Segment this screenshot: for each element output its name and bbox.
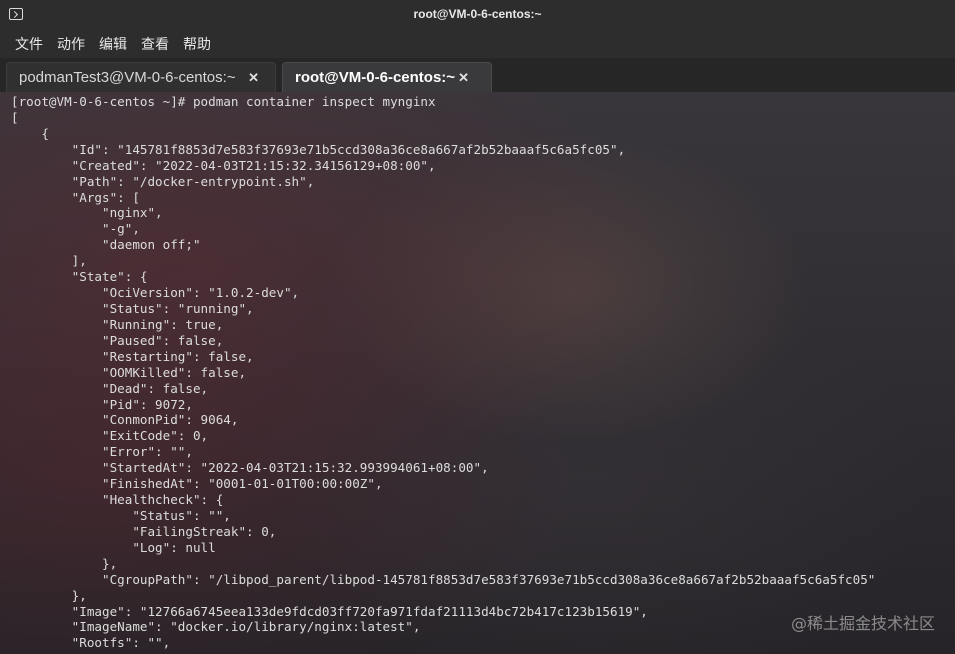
tab-bar: podmanTest3@VM-0-6-centos:~ ✕ root@VM-0-…: [0, 58, 955, 92]
close-icon[interactable]: ✕: [248, 70, 259, 86]
terminal-line: "Restarting": false,: [11, 348, 254, 364]
terminal-line: "Created": "2022-04-03T21:15:32.34156129…: [11, 157, 436, 173]
terminal-line: },: [11, 587, 87, 603]
terminal-line: "OciVersion": "1.0.2-dev",: [11, 285, 300, 301]
terminal-line: "ExitCode": 0,: [11, 428, 209, 444]
terminal-line: {: [11, 125, 49, 141]
terminal-line: [root@VM-0-6-centos ~]# podman container…: [11, 94, 436, 109]
tab-label: podmanTest3@VM-0-6-centos:~: [19, 69, 236, 86]
menu-view[interactable]: 查看: [134, 34, 176, 54]
terminal-line: [: [11, 109, 19, 125]
terminal-line: "OOMKilled": false,: [11, 364, 247, 380]
terminal-line: "State": {: [11, 269, 148, 285]
tab-label: root@VM-0-6-centos:~: [295, 69, 456, 86]
title-bar: root@VM-0-6-centos:~: [0, 0, 955, 30]
tab-root[interactable]: root@VM-0-6-centos:~ ✕: [282, 62, 492, 92]
terminal-line: "Healthcheck": {: [11, 492, 224, 508]
terminal-line: "nginx",: [11, 205, 163, 221]
menu-file[interactable]: 文件: [8, 34, 50, 54]
terminal-line: "ConmonPid": 9064,: [11, 412, 239, 428]
tab-podmantest3[interactable]: podmanTest3@VM-0-6-centos:~ ✕: [6, 62, 276, 92]
terminal-line: "Paused": false,: [11, 332, 224, 348]
terminal-line: "FailingStreak": 0,: [11, 523, 277, 539]
terminal-line: "Status": "",: [11, 507, 231, 523]
menu-help[interactable]: 帮助: [176, 34, 218, 54]
terminal-line: "Id": "145781f8853d7e583f37693e71b5ccd30…: [11, 141, 626, 157]
terminal-line: "Pid": 9072,: [11, 396, 193, 412]
menu-edit[interactable]: 编辑: [92, 34, 134, 54]
terminal-line: "Log": null: [11, 539, 216, 555]
terminal-line: "daemon off;": [11, 237, 201, 253]
terminal-line: "CgroupPath": "/libpod_parent/libpod-145…: [11, 571, 876, 587]
terminal-line: "Error": "",: [11, 444, 193, 460]
terminal-line: "Status": "running",: [11, 300, 254, 316]
close-icon[interactable]: ✕: [458, 70, 469, 86]
terminal-line: "Running": true,: [11, 316, 224, 332]
terminal-line: "Args": [: [11, 189, 140, 205]
menu-bar: 文件 动作 编辑 查看 帮助: [0, 30, 955, 58]
menu-action[interactable]: 动作: [50, 34, 92, 54]
terminal-line: "FinishedAt": "0001-01-01T00:00:00Z",: [11, 476, 383, 492]
terminal-line: "Path": "/docker-entrypoint.sh",: [11, 173, 315, 189]
window-title: root@VM-0-6-centos:~: [413, 7, 542, 21]
watermark: @稀土掘金技术社区: [790, 614, 935, 633]
terminal-line: "StartedAt": "2022-04-03T21:15:32.993994…: [11, 460, 489, 476]
terminal-line: },: [11, 555, 118, 571]
terminal-line: "Dead": false,: [11, 380, 209, 396]
terminal-line: "-g",: [11, 221, 140, 237]
terminal-line: "Rootfs": "",: [11, 635, 171, 651]
terminal-line: ],: [11, 253, 87, 269]
terminal-output[interactable]: [root@VM-0-6-centos ~]# podman container…: [11, 94, 955, 654]
